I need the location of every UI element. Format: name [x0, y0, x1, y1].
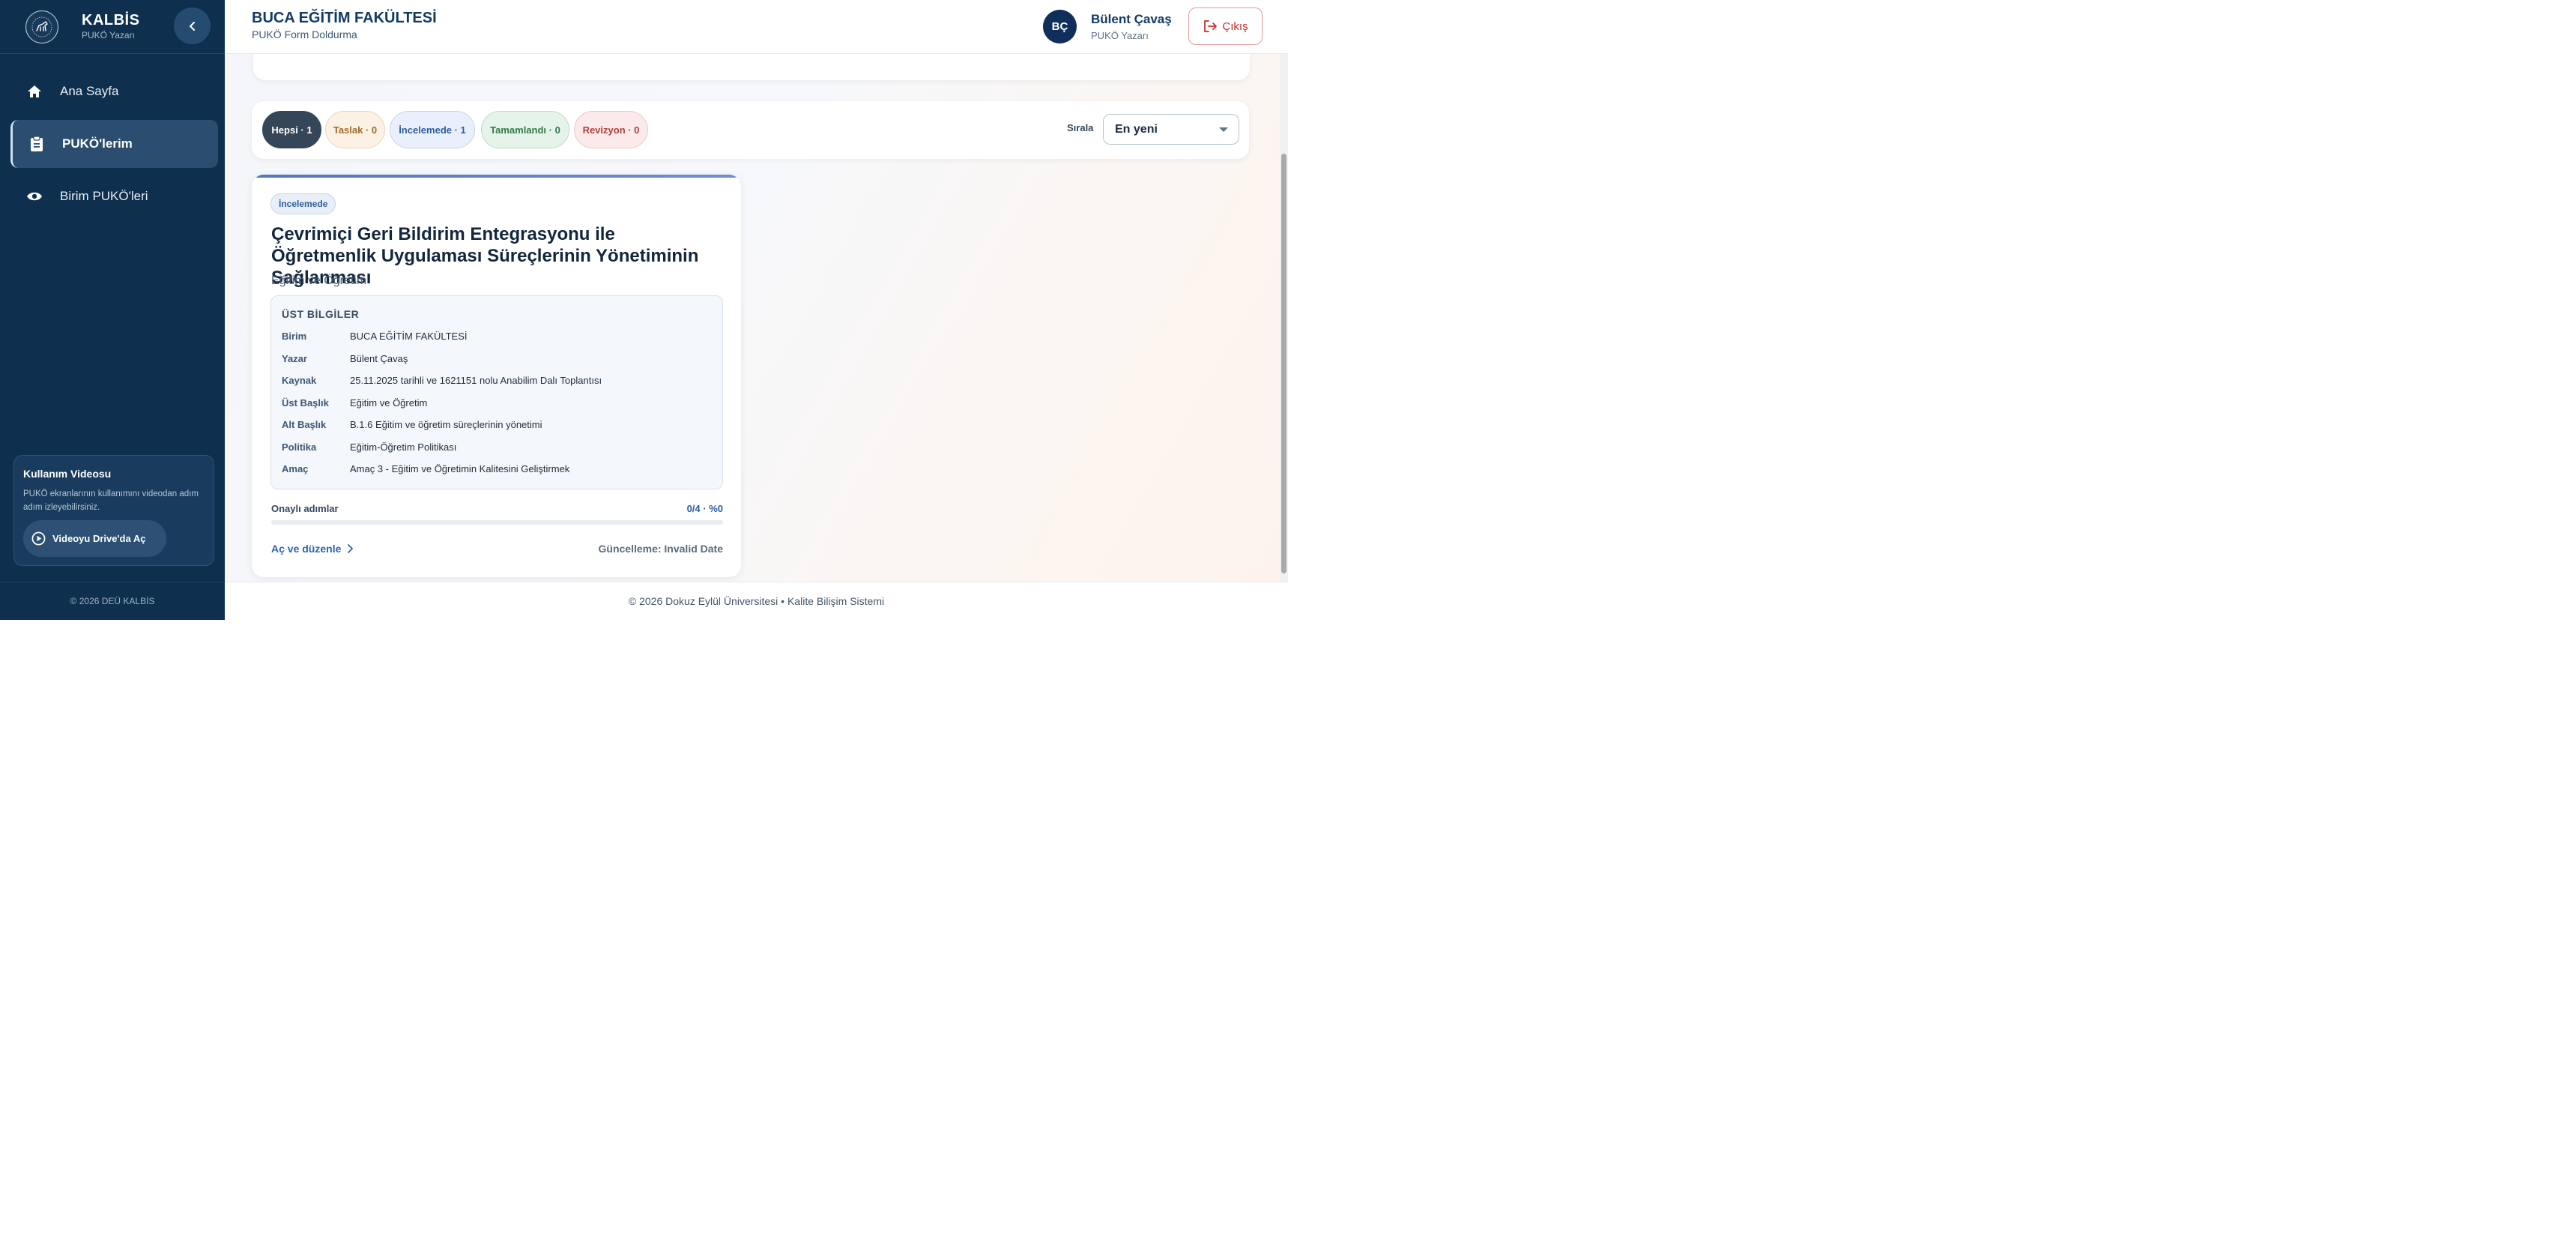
sort-label: Sırala [1067, 122, 1094, 133]
progress-value: 0/4 · %0 [686, 503, 723, 514]
nav-item-unit-puko[interactable]: Birim PUKÖ'leri [10, 172, 218, 220]
meta-key: Alt Başlık [282, 419, 327, 430]
sidebar-footer: © 2026 DEÜ KALBİS [0, 582, 225, 620]
collapse-sidebar-button[interactable] [174, 7, 211, 44]
main-content: Hepsi · 1 Taslak · 0 İncelemede · 1 Tama… [225, 54, 1288, 582]
filter-chip-draft[interactable]: Taslak · 0 [325, 111, 385, 148]
filter-chip-revision[interactable]: Revizyon · 0 [574, 111, 648, 148]
top-header: BUCA EĞİTİM FAKÜLTESİ PUKÖ Form Doldurma… [225, 0, 1288, 54]
eye-icon [26, 188, 43, 205]
filter-chip-in-review[interactable]: İncelemede · 1 [390, 111, 475, 148]
nav-label: Birim PUKÖ'leri [60, 189, 148, 203]
brand-role: PUKÖ Yazarı [82, 30, 135, 40]
meta-key: Üst Başlık [282, 397, 329, 409]
filter-chip-all[interactable]: Hepsi · 1 [262, 111, 321, 148]
nav-label: Ana Sayfa [60, 84, 119, 98]
sidebar-brand: KALBİS PUKÖ Yazarı [0, 0, 225, 54]
open-edit-label: Aç ve düzenle [271, 543, 342, 555]
meta-key: Birim [282, 331, 307, 342]
scrollbar-thumb[interactable] [1281, 154, 1287, 573]
page-footer: © 2026 Dokuz Eylül Üniversitesi • Kalite… [225, 582, 1288, 620]
open-video-drive-button[interactable]: Videoyu Drive'da Aç [23, 520, 166, 557]
nav-item-home[interactable]: Ana Sayfa [10, 67, 218, 115]
open-video-label: Videoyu Drive'da Aç [52, 533, 146, 544]
status-badge: İncelemede [270, 193, 336, 214]
meta-value: Eğitim-Öğretim Politikası [350, 441, 457, 453]
clipboard-icon [28, 136, 45, 152]
sort-select[interactable]: En yeni [1103, 114, 1239, 145]
avatar[interactable]: BÇ [1043, 10, 1077, 43]
user-name: Bülent Çavaş [1091, 12, 1172, 26]
sort-selected-value: En yeni [1115, 123, 1158, 136]
chevron-right-icon [348, 544, 354, 553]
filter-bar: Hepsi · 1 Taslak · 0 İncelemede · 1 Tama… [252, 101, 1249, 159]
chevron-left-icon [189, 21, 195, 31]
progress-label: Onaylı adımlar [271, 503, 339, 514]
usage-video-card: Kullanım Videosu PUKÖ ekranlarının kulla… [13, 455, 214, 566]
meta-value: BUCA EĞİTİM FAKÜLTESİ [350, 331, 468, 342]
meta-key: Politika [282, 441, 317, 453]
meta-heading: ÜST BİLGİLER [282, 308, 360, 320]
filter-chip-completed[interactable]: Tamamlandı · 0 [481, 111, 569, 148]
meta-key: Kaynak [282, 375, 317, 386]
meta-key: Amaç [282, 463, 309, 474]
video-card-title: Kullanım Videosu [23, 468, 112, 480]
university-seal-logo [25, 10, 58, 43]
sidebar: KALBİS PUKÖ Yazarı Ana Sayfa PUKÖ'lerim … [0, 0, 225, 620]
previous-card-edge [253, 54, 1250, 80]
play-circle-icon [31, 531, 46, 546]
nav-label: PUKÖ'lerim [62, 136, 133, 151]
meta-value: Eğitim ve Öğretim [350, 397, 428, 409]
meta-value: 25.11.2025 tarihli ve 1621151 nolu Anabi… [350, 375, 602, 386]
brand-name: KALBİS [82, 12, 140, 28]
meta-key: Yazar [282, 353, 307, 364]
last-updated-text: Güncelleme: Invalid Date [598, 543, 724, 555]
video-card-description: PUKÖ ekranlarının kullanımını videodan a… [23, 489, 199, 512]
logout-button[interactable]: Çıkış [1188, 7, 1263, 45]
progress-bar [271, 520, 723, 525]
meta-value: B.1.6 Eğitim ve öğretim süreçlerinin yön… [350, 419, 542, 430]
logout-icon [1204, 20, 1218, 32]
chevron-down-icon [1219, 127, 1228, 132]
open-edit-link[interactable]: Aç ve düzenle [271, 543, 354, 555]
logout-label: Çıkış [1222, 19, 1248, 33]
page-title: BUCA EĞİTİM FAKÜLTESİ [252, 10, 437, 26]
card-category: Eğitim ve Öğretim [271, 274, 367, 287]
meta-info-box: ÜST BİLGİLER Birim BUCA EĞİTİM FAKÜLTESİ… [270, 295, 723, 489]
home-icon [26, 83, 43, 100]
meta-value: Bülent Çavaş [350, 353, 408, 364]
page-subtitle: PUKÖ Form Doldurma [252, 28, 357, 40]
puko-card: İncelemede Çevrimiçi Geri Bildirim Enteg… [252, 175, 741, 577]
meta-value: Amaç 3 - Eğitim ve Öğretimin Kalitesini … [350, 463, 570, 474]
user-role: PUKÖ Yazarı [1091, 30, 1149, 41]
card-accent-bar [252, 175, 741, 178]
nav-item-my-puko[interactable]: PUKÖ'lerim [10, 120, 218, 168]
